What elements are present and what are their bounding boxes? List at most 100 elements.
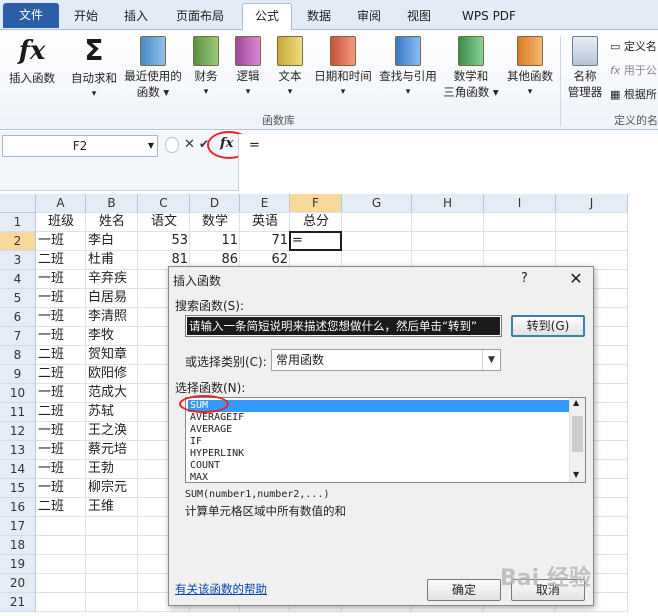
cell[interactable]: 王维 <box>86 498 138 517</box>
function-item[interactable]: COUNT <box>188 460 570 472</box>
select-all-corner[interactable] <box>0 194 36 213</box>
cell[interactable]: 一班 <box>36 479 86 498</box>
use-in-formula-button[interactable]: fx 用于公 <box>610 62 657 78</box>
cell[interactable]: 李牧 <box>86 327 138 346</box>
cell[interactable]: 辛弃疾 <box>86 270 138 289</box>
cell[interactable]: 二班 <box>36 365 86 384</box>
search-input[interactable]: 请输入一条简短说明来描述您想做什么，然后单击“转到” <box>185 315 502 337</box>
scroll-thumb[interactable] <box>572 416 583 452</box>
function-item[interactable]: AVERAGEIF <box>188 412 570 424</box>
row-header-20[interactable]: 20 <box>0 574 36 593</box>
row-header-3[interactable]: 3 <box>0 251 36 270</box>
cell[interactable]: 一班 <box>36 232 86 251</box>
resize-dots-icon[interactable] <box>165 137 179 153</box>
cell[interactable]: 一班 <box>36 327 86 346</box>
tab-file[interactable]: 文件 <box>3 3 59 28</box>
cell[interactable]: 杜甫 <box>86 251 138 270</box>
function-item-sum[interactable]: SUM <box>188 400 570 412</box>
scroll-up-icon[interactable]: ▲ <box>573 398 579 407</box>
function-item[interactable]: MAX <box>188 472 570 482</box>
math-trig-button[interactable]: 数学和 三角函数 ▾ <box>442 34 500 100</box>
cell[interactable]: 53 <box>138 232 190 251</box>
cell[interactable]: 一班 <box>36 308 86 327</box>
cell[interactable]: 71 <box>240 232 290 251</box>
column-header-e[interactable]: E <box>240 194 290 213</box>
function-item[interactable]: IF <box>188 436 570 448</box>
text-button[interactable]: 文本 ▾ <box>272 34 308 100</box>
column-header-g[interactable]: G <box>342 194 412 213</box>
tab-view[interactable]: 视图 <box>396 4 442 30</box>
cell[interactable]: 范成大 <box>86 384 138 403</box>
chevron-down-icon[interactable]: ▼ <box>482 350 500 370</box>
function-help-link[interactable]: 有关该函数的帮助 <box>175 581 267 597</box>
define-name-button[interactable]: ▭ 定义名 <box>610 38 657 54</box>
cell[interactable]: 数学 <box>190 213 240 232</box>
row-header-8[interactable]: 8 <box>0 346 36 365</box>
row-header-19[interactable]: 19 <box>0 555 36 574</box>
cell[interactable]: 贺知章 <box>86 346 138 365</box>
column-header-d[interactable]: D <box>190 194 240 213</box>
row-header-6[interactable]: 6 <box>0 308 36 327</box>
column-header-h[interactable]: H <box>412 194 484 213</box>
cell[interactable]: 欧阳修 <box>86 365 138 384</box>
cell[interactable]: 二班 <box>36 498 86 517</box>
cell[interactable]: 一班 <box>36 422 86 441</box>
tab-wps-pdf[interactable]: WPS PDF <box>446 4 532 30</box>
function-item[interactable]: AVERAGE <box>188 424 570 436</box>
row-header-21[interactable]: 21 <box>0 593 36 612</box>
cell[interactable]: 二班 <box>36 403 86 422</box>
column-header-j[interactable]: J <box>556 194 628 213</box>
scroll-down-icon[interactable]: ▼ <box>573 470 579 479</box>
more-functions-button[interactable]: 其他函数 ▾ <box>502 34 558 100</box>
column-header-c[interactable]: C <box>138 194 190 213</box>
cell[interactable]: 蔡元培 <box>86 441 138 460</box>
cell[interactable]: 王勃 <box>86 460 138 479</box>
cell[interactable]: 苏轼 <box>86 403 138 422</box>
cell[interactable]: 总分 <box>290 213 342 232</box>
insert-function-button[interactable]: fx 插入函数 <box>4 34 60 86</box>
tab-home[interactable]: 开始 <box>62 4 110 30</box>
cell[interactable]: 一班 <box>36 460 86 479</box>
row-header-1[interactable]: 1 <box>0 213 36 232</box>
tab-review[interactable]: 审阅 <box>346 4 392 30</box>
cell[interactable]: 二班 <box>36 251 86 270</box>
cell[interactable]: 王之涣 <box>86 422 138 441</box>
cell[interactable]: 班级 <box>36 213 86 232</box>
row-header-10[interactable]: 10 <box>0 384 36 403</box>
row-header-14[interactable]: 14 <box>0 460 36 479</box>
category-select[interactable]: 常用函数 ▼ <box>271 349 501 371</box>
cell[interactable]: 李清照 <box>86 308 138 327</box>
formula-input[interactable]: = <box>238 134 658 191</box>
name-box[interactable]: F2 ▼ <box>2 135 158 157</box>
row-header-2[interactable]: 2 <box>0 232 36 251</box>
row-header-9[interactable]: 9 <box>0 365 36 384</box>
function-item[interactable]: HYPERLINK <box>188 448 570 460</box>
column-header-a[interactable]: A <box>36 194 86 213</box>
row-header-16[interactable]: 16 <box>0 498 36 517</box>
row-header-5[interactable]: 5 <box>0 289 36 308</box>
tab-page-layout[interactable]: 页面布局 <box>162 4 238 30</box>
date-time-button[interactable]: 日期和时间 ▾ <box>310 34 376 100</box>
row-header-18[interactable]: 18 <box>0 536 36 555</box>
tab-insert[interactable]: 插入 <box>112 4 160 30</box>
row-header-4[interactable]: 4 <box>0 270 36 289</box>
tab-formulas[interactable]: 公式 <box>242 3 292 30</box>
cell[interactable]: 白居易 <box>86 289 138 308</box>
chevron-down-icon[interactable]: ▼ <box>148 136 154 156</box>
logical-button[interactable]: 逻辑 ▾ <box>230 34 266 100</box>
name-manager-button[interactable]: 名称 管理器 <box>562 34 608 100</box>
row-header-7[interactable]: 7 <box>0 327 36 346</box>
cell[interactable]: 二班 <box>36 346 86 365</box>
cell[interactable]: 英语 <box>240 213 290 232</box>
cell[interactable]: 一班 <box>36 384 86 403</box>
cell[interactable]: 姓名 <box>86 213 138 232</box>
row-header-17[interactable]: 17 <box>0 517 36 536</box>
ok-button[interactable]: 确定 <box>427 579 501 601</box>
recent-functions-button[interactable]: 最近使用的 函数 ▾ <box>120 34 186 100</box>
cell[interactable]: 语文 <box>138 213 190 232</box>
go-button[interactable]: 转到(G) <box>511 315 585 337</box>
column-header-i[interactable]: I <box>484 194 556 213</box>
tab-data[interactable]: 数据 <box>296 4 342 30</box>
cell[interactable]: 李白 <box>86 232 138 251</box>
row-header-15[interactable]: 15 <box>0 479 36 498</box>
